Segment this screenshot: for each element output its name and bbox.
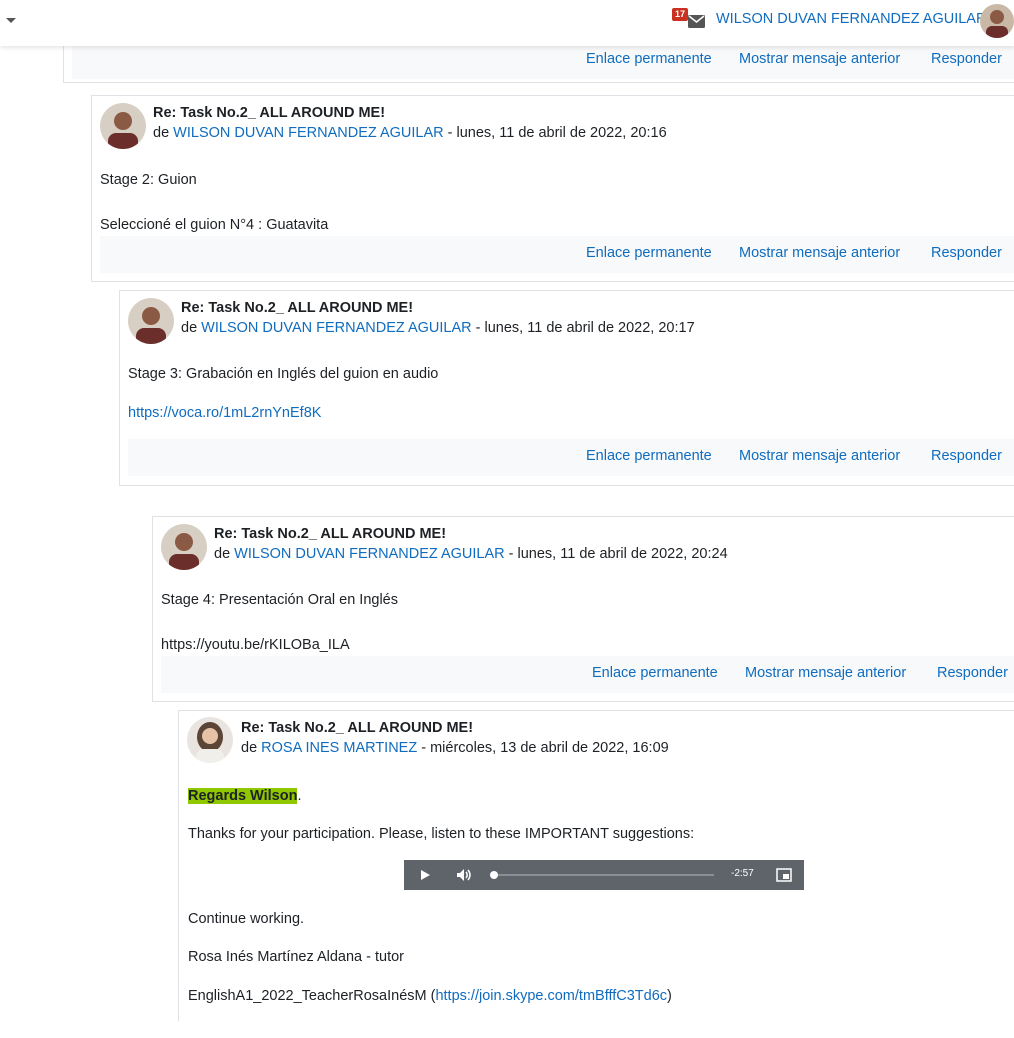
post-text: Stage 3: Grabación en Inglés del guion e… bbox=[128, 366, 439, 382]
reply-link[interactable]: Responder bbox=[931, 51, 1002, 67]
post-actions: Enlace permanente Mostrar mensaje anteri… bbox=[72, 42, 1014, 79]
byline-prefix: de bbox=[241, 740, 262, 756]
post-subject: Re: Task No.2_ ALL AROUND ME! bbox=[241, 720, 474, 736]
show-parent-link[interactable]: Mostrar mensaje anterior bbox=[739, 51, 900, 67]
reply-link[interactable]: Responder bbox=[937, 665, 1008, 681]
audio-time: -2:57 bbox=[731, 868, 754, 879]
audio-progress-handle[interactable] bbox=[490, 871, 498, 879]
post-subject: Re: Task No.2_ ALL AROUND ME! bbox=[214, 526, 447, 542]
permalink-link[interactable]: Enlace permanente bbox=[586, 51, 712, 67]
post-byline: de WILSON DUVAN FERNANDEZ AGUILAR - lune… bbox=[214, 546, 728, 562]
post-text: Continue working. bbox=[188, 911, 305, 927]
notification-badge: 17 bbox=[672, 8, 689, 21]
author-link[interactable]: WILSON DUVAN FERNANDEZ AGUILAR bbox=[234, 546, 504, 562]
skype-link[interactable]: https://join.skype.com/tmBfffC3Td6c bbox=[435, 988, 667, 1004]
top-navbar: 17 WILSON DUVAN FERNANDEZ AGUILAR bbox=[0, 0, 1014, 46]
post-byline: de WILSON DUVAN FERNANDEZ AGUILAR - lune… bbox=[181, 320, 695, 336]
user-avatar[interactable] bbox=[980, 4, 1014, 38]
post-actions: Enlace permanente Mostrar mensaje anteri… bbox=[161, 656, 1014, 693]
post-actions: Enlace permanente Mostrar mensaje anteri… bbox=[128, 439, 1014, 476]
post-byline: de ROSA INES MARTINEZ - miércoles, 13 de… bbox=[241, 740, 669, 756]
reply-link[interactable]: Responder bbox=[931, 245, 1002, 261]
author-avatar[interactable] bbox=[128, 298, 174, 344]
post-text: Rosa Inés Martínez Aldana - tutor bbox=[188, 949, 404, 965]
post-text: Thanks for your participation. Please, l… bbox=[188, 826, 695, 842]
signature-suffix: ) bbox=[667, 988, 672, 1004]
post-date: - lunes, 11 de abril de 2022, 20:17 bbox=[471, 320, 695, 336]
mail-icon bbox=[688, 15, 705, 28]
post-actions: Enlace permanente Mostrar mensaje anteri… bbox=[100, 236, 1014, 273]
audio-progress-track[interactable] bbox=[490, 874, 714, 876]
author-link[interactable]: ROSA INES MARTINEZ bbox=[261, 740, 417, 756]
play-icon[interactable] bbox=[419, 869, 431, 881]
show-parent-link[interactable]: Mostrar mensaje anterior bbox=[739, 448, 900, 464]
forum-post: Re: Task No.2_ ALL AROUND ME! de WILSON … bbox=[152, 516, 1014, 702]
greeting-line: Regards Wilson. bbox=[188, 788, 301, 804]
show-parent-link[interactable]: Mostrar mensaje anterior bbox=[739, 245, 900, 261]
permalink-link[interactable]: Enlace permanente bbox=[592, 665, 718, 681]
post-date: - lunes, 11 de abril de 2022, 20:24 bbox=[504, 546, 728, 562]
post-text: Stage 2: Guion bbox=[100, 172, 197, 188]
post-date: - miércoles, 13 de abril de 2022, 16:09 bbox=[417, 740, 669, 756]
signature-prefix: EnglishA1_2022_TeacherRosaInésM ( bbox=[188, 988, 436, 1004]
post-text: Stage 4: Presentación Oral en Inglés bbox=[161, 592, 398, 608]
post-text: https://youtu.be/rKILOBa_ILA bbox=[161, 637, 350, 653]
post-date: - lunes, 11 de abril de 2022, 20:16 bbox=[443, 125, 667, 141]
caret-down-icon[interactable] bbox=[6, 18, 16, 23]
author-avatar[interactable] bbox=[100, 103, 146, 149]
byline-prefix: de bbox=[214, 546, 235, 562]
forum-post: Re: Task No.2_ ALL AROUND ME! de WILSON … bbox=[119, 290, 1014, 486]
author-avatar[interactable] bbox=[161, 524, 207, 570]
signature-line: EnglishA1_2022_TeacherRosaInésM (https:/… bbox=[188, 988, 672, 1004]
forum-post: Re: Task No.2_ ALL AROUND ME! de WILSON … bbox=[91, 95, 1014, 282]
user-menu-name[interactable]: WILSON DUVAN FERNANDEZ AGUILAR bbox=[716, 11, 986, 27]
picture-in-picture-icon[interactable] bbox=[776, 868, 792, 882]
volume-icon[interactable] bbox=[456, 868, 472, 882]
highlighted-greeting: Regards Wilson bbox=[188, 788, 298, 804]
audio-link[interactable]: https://voca.ro/1mL2rnYnEf8K bbox=[128, 405, 321, 421]
author-link[interactable]: WILSON DUVAN FERNANDEZ AGUILAR bbox=[173, 125, 443, 141]
author-avatar[interactable] bbox=[187, 717, 233, 763]
post-subject: Re: Task No.2_ ALL AROUND ME! bbox=[181, 300, 414, 316]
permalink-link[interactable]: Enlace permanente bbox=[586, 245, 712, 261]
reply-link[interactable]: Responder bbox=[931, 448, 1002, 464]
messages-button[interactable]: 17 bbox=[672, 8, 706, 32]
post-text: Seleccioné el guion N°4 : Guatavita bbox=[100, 217, 329, 233]
author-link[interactable]: WILSON DUVAN FERNANDEZ AGUILAR bbox=[201, 320, 471, 336]
greeting-punct: . bbox=[297, 788, 302, 804]
audio-player: -2:57 bbox=[404, 860, 804, 890]
post-subject: Re: Task No.2_ ALL AROUND ME! bbox=[153, 105, 386, 121]
post-byline: de WILSON DUVAN FERNANDEZ AGUILAR - lune… bbox=[153, 125, 667, 141]
byline-prefix: de bbox=[153, 125, 174, 141]
permalink-link[interactable]: Enlace permanente bbox=[586, 448, 712, 464]
byline-prefix: de bbox=[181, 320, 202, 336]
show-parent-link[interactable]: Mostrar mensaje anterior bbox=[745, 665, 906, 681]
